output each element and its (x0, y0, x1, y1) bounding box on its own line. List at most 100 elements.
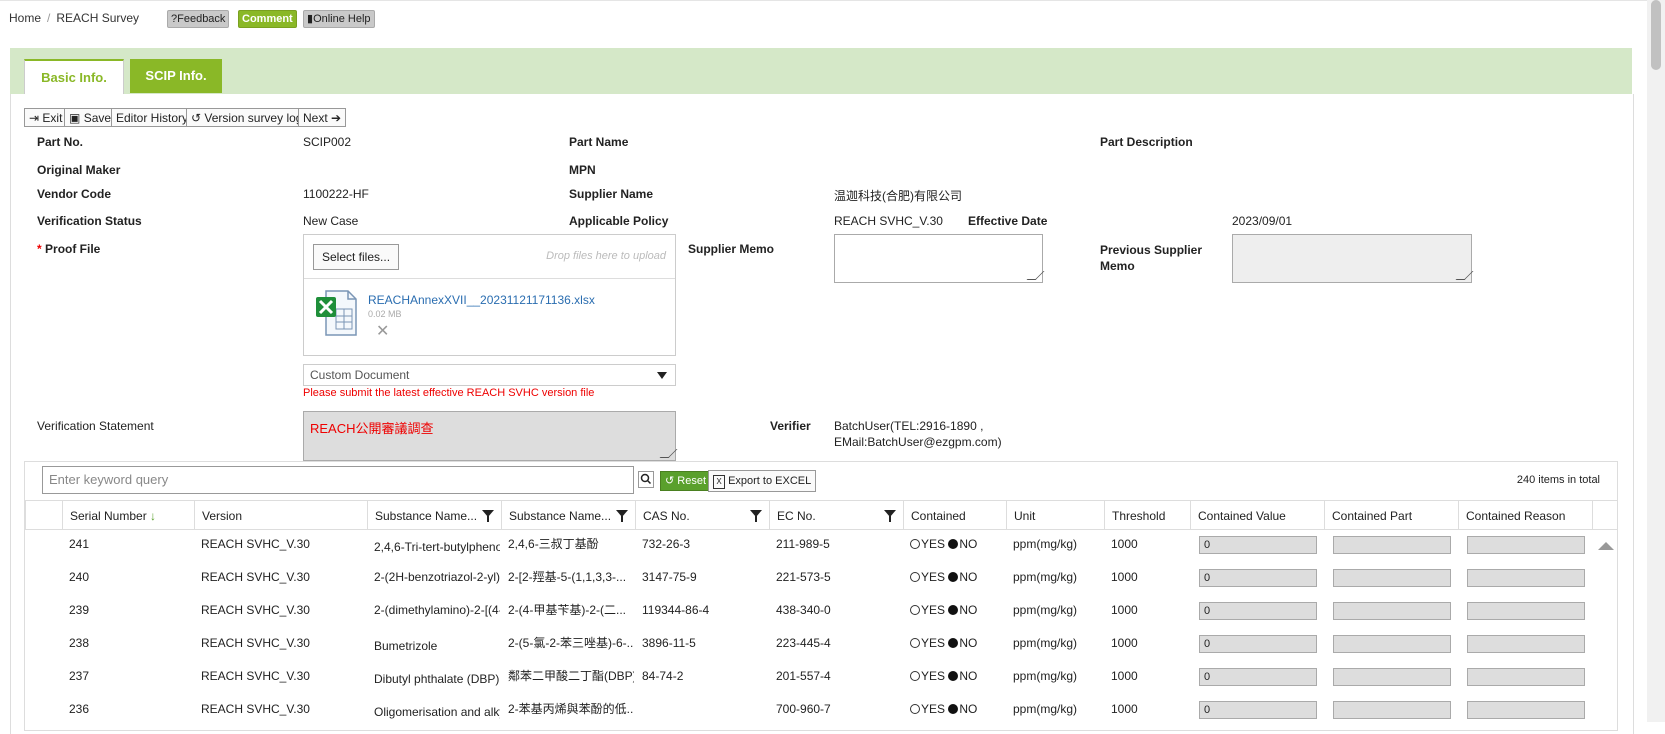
remove-file-icon[interactable]: ✕ (376, 321, 389, 341)
exit-button[interactable]: ⇥ Exit (24, 108, 68, 127)
contained-reason-input[interactable] (1467, 635, 1585, 653)
header-substance-name-en[interactable]: Substance Name... (367, 501, 501, 529)
cell-unit: ppm(mg/kg) (1013, 702, 1078, 716)
contained-part-input[interactable] (1333, 536, 1451, 554)
yes-label: YES (921, 669, 946, 683)
filter-icon[interactable] (750, 510, 762, 522)
header-contained-reason[interactable]: Contained Reason (1458, 501, 1592, 529)
grid-header: Serial Number ↓ Version Substance Name..… (25, 500, 1617, 530)
grid-scroll-up-icon[interactable] (1598, 542, 1614, 550)
breadcrumb-home[interactable]: Home (9, 11, 41, 25)
table-row[interactable]: 239 REACH SVHC_V.30 2-(dimethylamino)-2-… (25, 594, 1617, 627)
top-bar: Home / REACH Survey ?Feedback Comment ▮Onl… (0, 0, 1665, 35)
contained-value-input[interactable]: 0 (1199, 668, 1317, 686)
no-radio[interactable] (948, 638, 959, 648)
filter-icon[interactable] (482, 510, 494, 522)
proof-file-label: * Proof File (37, 242, 100, 256)
table-row[interactable]: 241 REACH SVHC_V.30 2,4,6-Tri-tert-butyl… (25, 528, 1617, 561)
header-unit[interactable]: Unit (1006, 501, 1104, 529)
reset-button[interactable]: ↺ Reset (660, 471, 712, 491)
online-help-button[interactable]: ▮Online Help (303, 10, 375, 28)
header-contained-part[interactable]: Contained Part (1324, 501, 1458, 529)
search-button[interactable] (638, 471, 654, 488)
comment-button[interactable]: Comment (238, 10, 297, 28)
tab-basic-info[interactable]: Basic Info. (24, 59, 124, 94)
cell-cas: 84-74-2 (642, 669, 684, 683)
effective-date-value: 2023/09/01 (1232, 214, 1293, 228)
contained-part-input[interactable] (1333, 668, 1451, 686)
search-input[interactable]: Enter keyword query (42, 466, 634, 494)
export-excel-button[interactable]: X Export to EXCEL (708, 470, 817, 492)
no-radio[interactable] (948, 539, 959, 549)
cell-unit: ppm(mg/kg) (1013, 603, 1078, 617)
table-row[interactable]: 240 REACH SVHC_V.30 2-(2H-benzotriazol-2… (25, 561, 1617, 594)
vendor-code-value: 1100222-HF (303, 187, 369, 201)
arrow-right-icon: ➔ (331, 111, 342, 125)
table-row[interactable]: 236 REACH SVHC_V.30 Oligomerisation and … (25, 693, 1617, 726)
file-name-link[interactable]: REACHAnnexXVII__20231121171136.xlsx (368, 293, 595, 307)
cell-cas: 3147-75-9 (642, 570, 697, 584)
cell-cas: 732-26-3 (642, 537, 691, 551)
contained-value-input[interactable]: 0 (1199, 536, 1317, 554)
contained-part-input[interactable] (1333, 701, 1451, 719)
reset-label: Reset (677, 475, 707, 487)
tab-scip-info[interactable]: SCIP Info. (130, 59, 222, 93)
contained-value-input[interactable]: 0 (1199, 701, 1317, 719)
header-serial-number[interactable]: Serial Number ↓ (62, 501, 194, 529)
yes-radio[interactable] (910, 638, 920, 648)
contained-reason-input[interactable] (1467, 701, 1585, 719)
cell-contained: YES NO (910, 627, 977, 660)
header-cas-no[interactable]: CAS No. (635, 501, 769, 529)
yes-radio[interactable] (910, 704, 920, 714)
filter-icon[interactable] (616, 510, 628, 522)
contained-part-input[interactable] (1333, 569, 1451, 587)
select-files-button[interactable]: Select files... (313, 244, 400, 270)
contained-value-input[interactable]: 0 (1199, 602, 1317, 620)
verifier-line-2: EMail:BatchUser@ezgpm.com) (834, 435, 1002, 449)
version-survey-log-button[interactable]: ↺ Version survey log (186, 108, 308, 127)
contained-reason-input[interactable] (1467, 569, 1585, 587)
cell-unit: ppm(mg/kg) (1013, 636, 1078, 650)
scrollbar-thumb[interactable] (1651, 0, 1661, 70)
contained-part-input[interactable] (1333, 602, 1451, 620)
filter-icon[interactable] (884, 510, 896, 522)
no-radio[interactable] (948, 605, 959, 615)
save-button[interactable]: ▣ Save (64, 108, 117, 127)
proof-file-warning: Please submit the latest effective REACH… (303, 387, 595, 399)
supplier-memo-input[interactable] (834, 234, 1045, 283)
header-version[interactable]: Version (194, 501, 367, 529)
header-serial-number-label: Serial Number (70, 509, 147, 523)
header-ec-no[interactable]: EC No. (769, 501, 903, 529)
table-row[interactable]: 237 REACH SVHC_V.30 Dibutyl phthalate (D… (25, 660, 1617, 693)
sort-down-icon: ↓ (150, 509, 157, 523)
contained-reason-input[interactable] (1467, 668, 1585, 686)
header-substance-name-zh-label: Substance Name... (509, 509, 612, 523)
no-radio[interactable] (948, 572, 959, 582)
yes-radio[interactable] (910, 539, 920, 549)
breadcrumb-separator: / (47, 11, 51, 25)
header-contained[interactable]: Contained (903, 501, 1006, 529)
header-contained-value[interactable]: Contained Value (1190, 501, 1324, 529)
contained-value-input[interactable]: 0 (1199, 635, 1317, 653)
page-scrollbar[interactable] (1647, 0, 1665, 722)
no-label: NO (959, 702, 978, 716)
header-threshold[interactable]: Threshold (1104, 501, 1190, 529)
verifier-line-1: BatchUser(TEL:2916-1890 , (834, 419, 984, 433)
yes-radio[interactable] (910, 572, 920, 582)
editor-history-button[interactable]: Editor History (111, 108, 194, 127)
yes-radio[interactable] (910, 605, 920, 615)
contained-part-input[interactable] (1333, 635, 1451, 653)
yes-radio[interactable] (910, 671, 920, 681)
contained-reason-input[interactable] (1467, 536, 1585, 554)
no-radio[interactable] (948, 671, 959, 681)
contained-reason-input[interactable] (1467, 602, 1585, 620)
next-button[interactable]: Next ➔ (298, 108, 347, 127)
contained-value-input[interactable]: 0 (1199, 569, 1317, 587)
resize-grip-icon (1455, 271, 1474, 280)
no-radio[interactable] (948, 704, 959, 714)
document-type-select[interactable]: Custom Document (303, 364, 676, 386)
table-row[interactable]: 238 REACH SVHC_V.30 Bumetrizole 2-(5-氯-2… (25, 627, 1617, 660)
cell-contained: YES NO (910, 561, 977, 594)
header-substance-name-zh[interactable]: Substance Name... (501, 501, 635, 529)
feedback-button[interactable]: ?Feedback (167, 10, 230, 28)
